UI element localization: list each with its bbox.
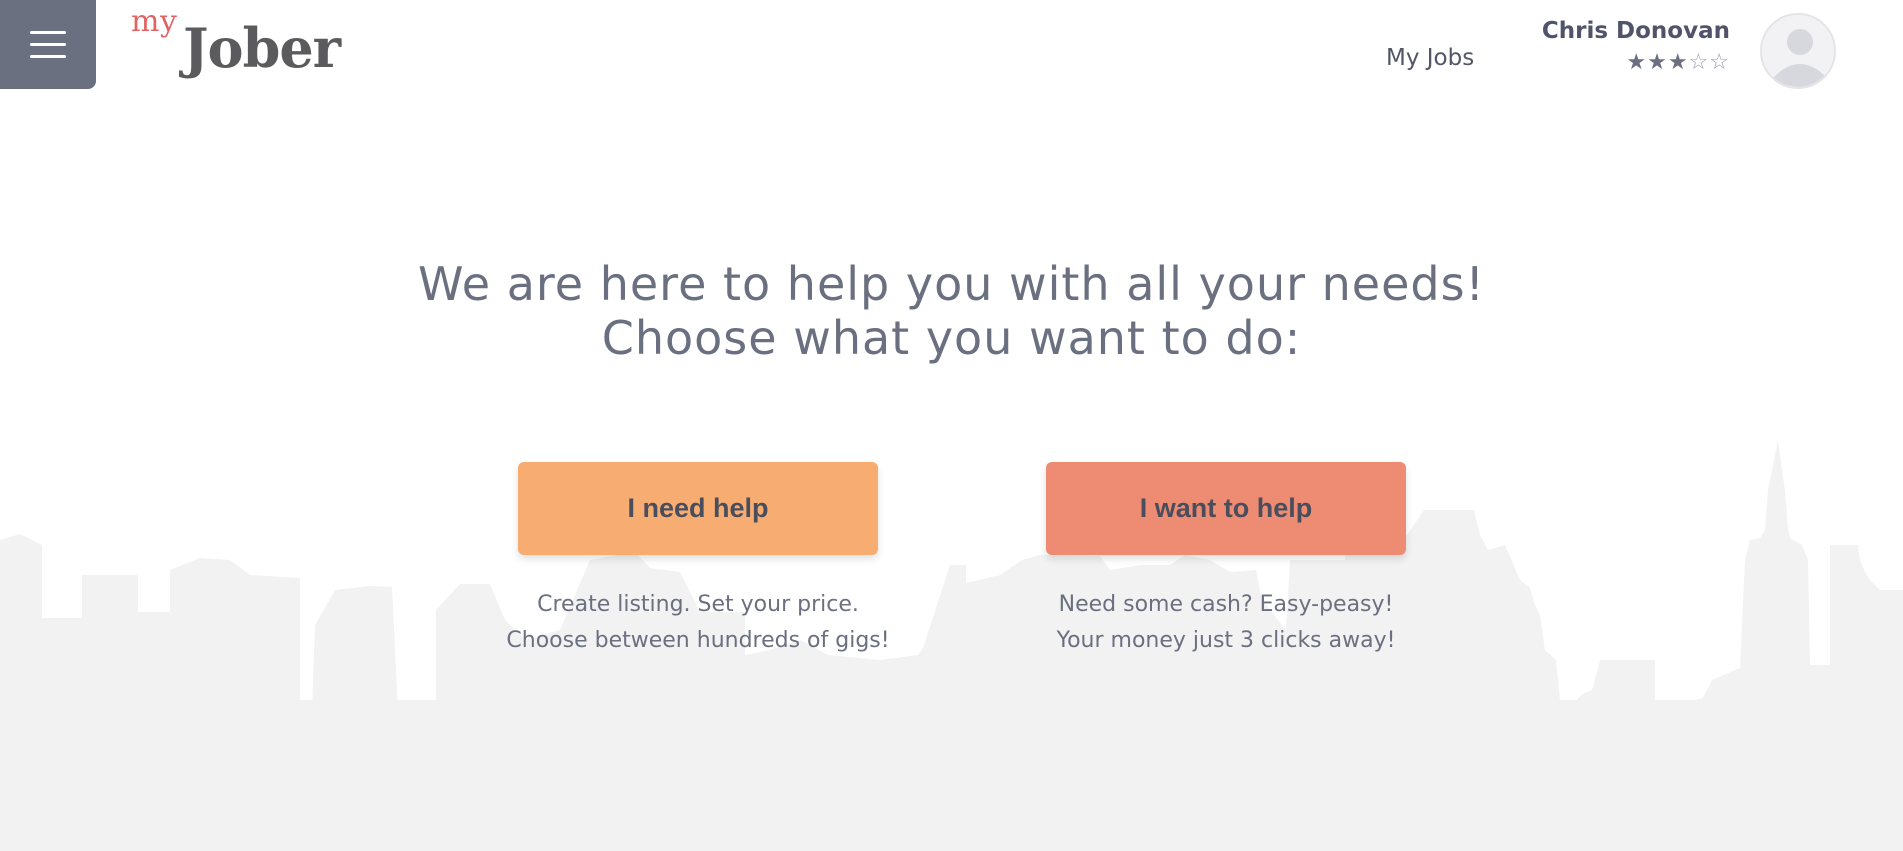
logo[interactable]: my Jober xyxy=(131,4,361,88)
logo-my: my xyxy=(131,4,178,39)
logo-brand: Jober xyxy=(183,16,341,80)
rating-stars-empty: ☆☆ xyxy=(1688,50,1730,75)
want-to-help-description: Need some cash? Easy-peasy! Your money j… xyxy=(1006,587,1446,659)
want-help-desc-line-2: Your money just 3 clicks away! xyxy=(1056,628,1396,653)
user-rating: ★★★☆☆ xyxy=(1542,50,1730,75)
menu-button[interactable] xyxy=(0,0,96,89)
want-help-desc-line-1: Need some cash? Easy-peasy! xyxy=(1058,592,1394,617)
need-help-desc-line-2: Choose between hundreds of gigs! xyxy=(506,628,890,653)
want-to-help-button[interactable]: I want to help xyxy=(1046,462,1406,555)
need-help-button[interactable]: I need help xyxy=(518,462,878,555)
hero-heading: We are here to help you with all your ne… xyxy=(0,257,1903,365)
need-help-description: Create listing. Set your price. Choose b… xyxy=(478,587,918,659)
avatar[interactable] xyxy=(1760,13,1836,89)
need-help-desc-line-1: Create listing. Set your price. xyxy=(537,592,859,617)
hero-line-2: Choose what you want to do: xyxy=(601,311,1302,365)
page: my Jober My Jobs Chris Donovan ★★★☆☆ We … xyxy=(0,0,1903,851)
rating-stars-filled: ★★★ xyxy=(1626,50,1689,75)
hero-line-1: We are here to help you with all your ne… xyxy=(417,257,1485,311)
user-info[interactable]: Chris Donovan ★★★☆☆ xyxy=(1542,18,1730,75)
user-name: Chris Donovan xyxy=(1541,18,1730,44)
my-jobs-link[interactable]: My Jobs xyxy=(1386,45,1474,71)
city-skyline-background xyxy=(0,440,1903,851)
hamburger-menu-icon xyxy=(30,30,66,59)
